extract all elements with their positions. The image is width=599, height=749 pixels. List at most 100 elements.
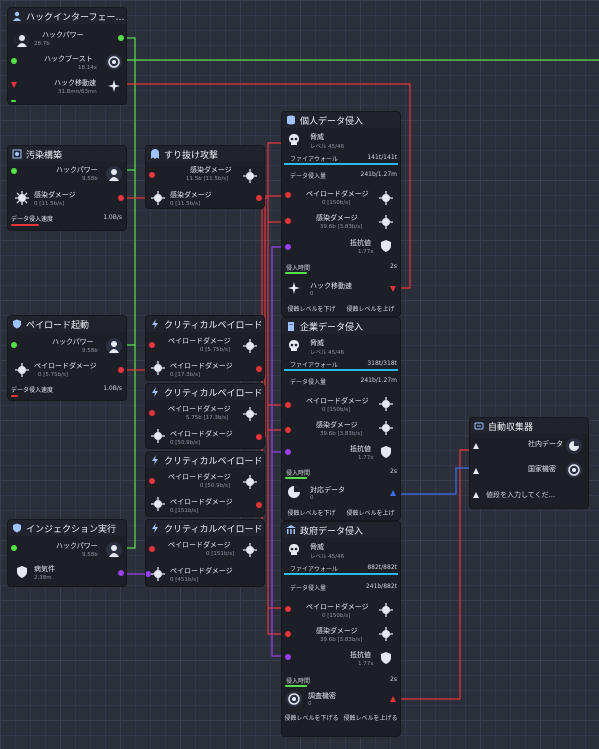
virus-input-socket[interactable] xyxy=(285,449,291,455)
reward-output-socket[interactable] xyxy=(390,490,396,496)
pie-chart-icon xyxy=(566,438,582,454)
node-title-bar[interactable]: クリティカルペイロード xyxy=(146,520,264,536)
node-title: ペイロード起動 xyxy=(26,320,90,331)
firewall-value: 882t/882t xyxy=(367,564,397,571)
node-title-bar[interactable]: 自動収集器 xyxy=(470,418,588,434)
raise-level-button[interactable]: 侵蝕レベルを上げ xyxy=(341,510,400,518)
payload-damage-output-socket[interactable] xyxy=(256,366,262,372)
hack-speed-input-socket[interactable] xyxy=(11,82,17,88)
payload-damage-input-socket[interactable] xyxy=(149,410,155,416)
node-title-bar[interactable]: インジェクション実行 xyxy=(8,520,126,536)
infect-damage-output-socket[interactable] xyxy=(256,195,262,201)
raise-level-button[interactable]: 侵蝕レベルを上げ xyxy=(341,306,400,314)
infect-input-socket[interactable] xyxy=(285,631,291,637)
data-input-socket[interactable] xyxy=(473,443,479,449)
reward-output-socket[interactable] xyxy=(390,696,396,702)
payload-value: 0 [150b/s] xyxy=(322,407,351,413)
hack-power-output-socket[interactable] xyxy=(118,35,124,41)
injection-node[interactable]: インジェクション実行 ハックパワー 9.58b 病気件 2.38m xyxy=(8,520,126,586)
node-title-bar[interactable]: 個人データ侵入 xyxy=(282,112,400,128)
shield-icon xyxy=(378,650,394,666)
payload-damage-input-socket[interactable] xyxy=(149,478,155,484)
shield-icon xyxy=(14,564,30,580)
infect-build-node[interactable]: 汚染構築 ハックパワー 9.58b 感染ダメージ 0 [11.5b/s] データ… xyxy=(8,146,126,230)
node-title-bar[interactable]: 汚染構築 xyxy=(8,146,126,162)
user-icon xyxy=(14,32,30,48)
progress-bar xyxy=(11,100,16,102)
lower-level-button[interactable]: 侵蝕レベルを下げ xyxy=(282,510,341,518)
raise-level-button[interactable]: 侵蝕レベルを上げる xyxy=(341,715,400,723)
hack-power-input-socket[interactable] xyxy=(11,342,17,348)
hack-power-input-socket[interactable] xyxy=(11,545,17,551)
time-label: 侵入時間 xyxy=(286,265,311,272)
payload-damage-label: ペイロードダメージ xyxy=(168,337,231,345)
virus-input-socket[interactable] xyxy=(285,654,291,660)
target-level: レベル 45/46 xyxy=(310,144,345,150)
firewall-value: 318t/318t xyxy=(367,360,397,367)
hack-power-value: 28.7b xyxy=(34,41,50,47)
critical-payload-node[interactable]: クリティカルペイロード ペイロードダメージ 0 [50.9b/s] ペイロードダ… xyxy=(146,452,264,516)
virus-icon xyxy=(150,428,166,444)
rush-attack-node[interactable]: すり抜け攻撃 感染ダメージ 11.5b [11.5b/s] 感染ダメージ 0 [… xyxy=(146,146,264,208)
infect-damage-input-socket[interactable] xyxy=(149,172,155,178)
hack-interface-node[interactable]: ハックインターフェー… ハックパワー 28.7b ハックブースト 18.14x … xyxy=(8,8,126,104)
lightning-icon xyxy=(152,319,158,329)
payload-damage-output-socket[interactable] xyxy=(256,502,262,508)
virus-icon xyxy=(378,420,394,436)
payload-damage-input-socket[interactable] xyxy=(149,546,155,552)
infect-damage-value: 0 [11.5b/s] xyxy=(170,201,200,207)
data-speed-value: 1.0B/s xyxy=(103,385,122,392)
hack-power-input-socket[interactable] xyxy=(11,168,17,174)
payload-label: ペイロードダメージ xyxy=(306,190,369,198)
node-title-bar[interactable]: ハックインターフェー… xyxy=(8,8,126,24)
payload-input-socket[interactable] xyxy=(285,606,291,612)
lower-level-button[interactable]: 侵蝕レベルを下げる xyxy=(282,715,341,723)
virus-output-socket[interactable] xyxy=(118,570,124,576)
payload-damage-input-socket[interactable] xyxy=(149,342,155,348)
progress-bar xyxy=(11,395,18,397)
node-title-bar[interactable]: すり抜け攻撃 xyxy=(146,146,264,162)
node-title-bar[interactable]: ペイロード起動 xyxy=(8,316,126,332)
critical-payload-node[interactable]: クリティカルペイロード ペイロードダメージ 5.75b [17.3b/s] ペイ… xyxy=(146,384,264,448)
auto-collector-node[interactable]: 自動収集器 社内データ 国家機密 値段を入力してくだ... xyxy=(470,418,588,508)
node-title-bar[interactable]: クリティカルペイロード xyxy=(146,316,264,332)
infect-input-socket[interactable] xyxy=(285,218,291,224)
secret-input-socket[interactable] xyxy=(473,468,479,474)
virus-input-socket[interactable] xyxy=(285,244,291,250)
payload-input-socket[interactable] xyxy=(285,402,291,408)
target-level: レベル 45/46 xyxy=(310,350,345,356)
hack-speed-value: 31.8mn/63mn xyxy=(58,89,97,95)
reward-output-socket[interactable] xyxy=(390,286,396,292)
target-node-government[interactable]: 政府データ侵入 脅威 レベル 45/46 ファイアウォール 882t/882t … xyxy=(282,522,400,736)
payload-damage-output-socket[interactable] xyxy=(256,434,262,440)
target-node-personal[interactable]: 個人データ侵入 脅威 レベル 45/46 ファイアウォール 141t/141t … xyxy=(282,112,400,316)
shield-icon xyxy=(378,444,394,460)
payload-launch-node[interactable]: ペイロード起動 ハックパワー 9.58b ペイロードダメージ 0 [5.75b/… xyxy=(8,316,126,400)
target-node-corporate[interactable]: 企業データ侵入 脅威 レベル 45/46 ファイアウォール 318t/318t … xyxy=(282,318,400,520)
value-input-socket[interactable] xyxy=(473,492,479,498)
virus-icon xyxy=(12,149,22,159)
virus-label: 病気件 xyxy=(34,565,55,573)
critical-payload-node[interactable]: クリティカルペイロード ペイロードダメージ 0 [5.75b/s] ペイロードダ… xyxy=(146,316,264,380)
hack-boost-input-socket[interactable] xyxy=(11,58,17,64)
payload-label: ペイロードダメージ xyxy=(306,397,369,405)
node-title-bar[interactable]: クリティカルペイロード xyxy=(146,384,264,400)
value-input[interactable]: 値段を入力してくだ... xyxy=(486,490,555,500)
node-title-bar[interactable]: 政府データ侵入 xyxy=(282,522,400,538)
payload-damage-value: 0 [5.75b/s] xyxy=(38,372,68,378)
payload-input-socket[interactable] xyxy=(285,192,291,198)
lightning-icon xyxy=(152,387,158,397)
reward-value: 0 xyxy=(310,495,314,501)
payload-damage-label: ペイロードダメージ xyxy=(170,362,233,370)
node-title-bar[interactable]: クリティカルペイロード xyxy=(146,452,264,468)
infect-input-socket[interactable] xyxy=(285,427,291,433)
virus-label: 抵抗値 xyxy=(350,239,371,247)
critical-payload-node[interactable]: クリティカルペイロード ペイロードダメージ 0 [151b/s] ペイロードダメ… xyxy=(146,520,264,586)
infect-damage-label: 感染ダメージ xyxy=(190,166,232,174)
infect-damage-output-socket[interactable] xyxy=(118,195,124,201)
lightning-icon xyxy=(152,523,158,533)
lower-level-button[interactable]: 侵蝕レベルを下げ xyxy=(282,306,341,314)
node-title-bar[interactable]: 企業データ侵入 xyxy=(282,318,400,334)
payload-damage-output-socket[interactable] xyxy=(118,367,124,373)
target-label: 脅威 xyxy=(310,133,324,141)
